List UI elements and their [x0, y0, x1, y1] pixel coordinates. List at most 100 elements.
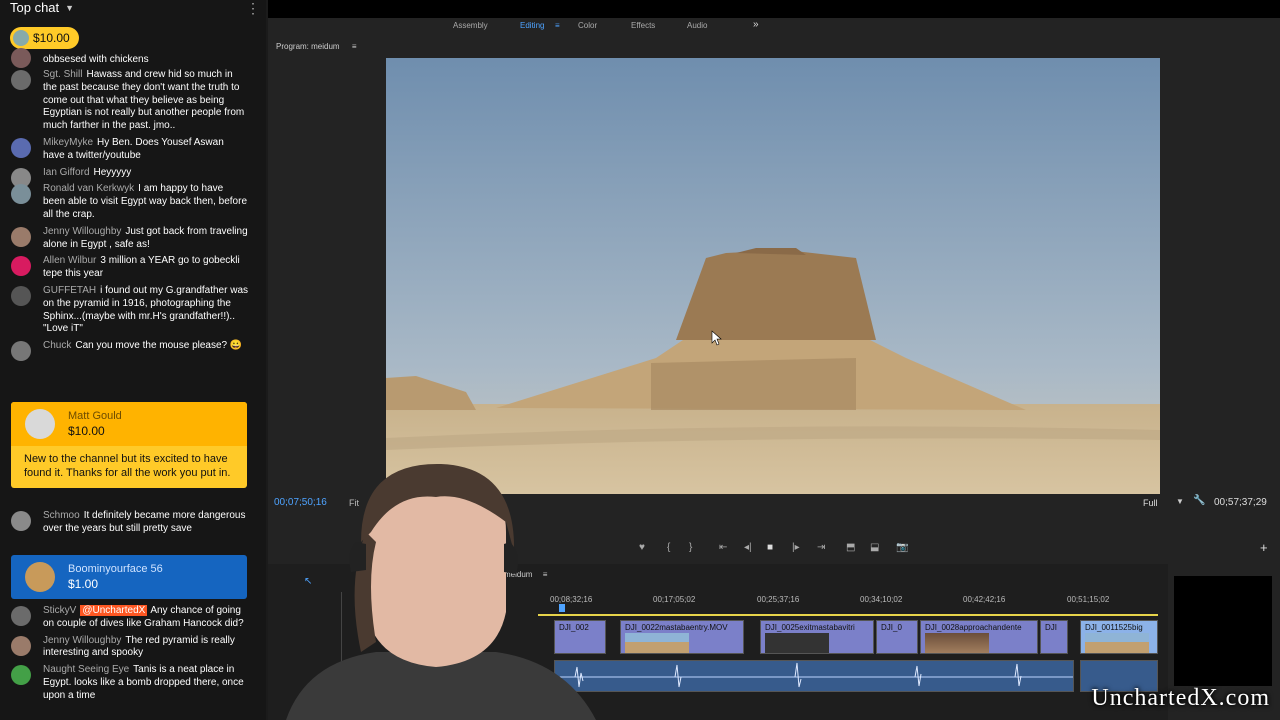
workspace-tab-audio[interactable]: Audio: [687, 21, 707, 30]
message-author[interactable]: Chuck: [43, 340, 71, 351]
message-author[interactable]: Ronald van Kerkwyk: [43, 183, 134, 194]
video-clip[interactable]: DJI_0: [876, 620, 918, 654]
audio-meter: [1174, 576, 1272, 686]
avatar: [11, 256, 31, 277]
lift-icon[interactable]: ⬒: [846, 542, 855, 553]
video-clip[interactable]: DJI_0011525big: [1080, 620, 1158, 654]
message-text: Heyyyyy: [93, 166, 132, 178]
ruler-label: 00;34;10;02: [860, 595, 903, 604]
stop-icon[interactable]: ■: [767, 542, 773, 553]
avatar: [13, 30, 29, 46]
more-workspaces-icon[interactable]: »: [753, 19, 759, 30]
more-options-icon[interactable]: ⋮: [246, 0, 260, 17]
audio-waveform: [555, 662, 1073, 688]
avatar: [25, 562, 55, 592]
workspace-tab-assembly[interactable]: Assembly: [453, 21, 488, 30]
mark-in-icon[interactable]: {: [667, 542, 670, 553]
avatar: [11, 285, 31, 306]
chat-header[interactable]: Top chat ▼ ⋮: [0, 0, 266, 17]
chevron-down-icon[interactable]: ▼: [1176, 497, 1184, 506]
superchat-ticker[interactable]: $10.00: [10, 27, 79, 49]
mark-out-icon[interactable]: }: [689, 542, 692, 553]
transport-controls: ♥ { } ⇤ ◂| ■ |▸ ⇥ ⬒ ⬓ 📷 +: [268, 540, 1280, 558]
sequence-tab[interactable]: meidum ≡: [504, 570, 547, 579]
workspace-tab-editing[interactable]: Editing: [520, 21, 544, 30]
timeline-panel[interactable]: meidum ≡ ↖ 00;08;32;16 00;17;05;02 00;25…: [268, 564, 1168, 720]
program-monitor-video[interactable]: [386, 58, 1160, 494]
clip-thumbnail: [925, 633, 989, 653]
go-to-in-icon[interactable]: ⇤: [719, 542, 727, 553]
video-editor-window: Assembly Editing ≡ Color Effects Audio »…: [268, 0, 1280, 720]
chat-message: Ian Gifford Heyyyyy: [0, 166, 266, 188]
avatar: [11, 665, 31, 686]
mention-tag: @UnchartedX: [80, 605, 148, 616]
panel-menu-icon[interactable]: ≡: [543, 570, 548, 579]
video-clip[interactable]: DJI_0028approachandente: [920, 620, 1038, 654]
message-author[interactable]: MikeyMyke: [43, 137, 93, 148]
video-clip[interactable]: DJI_002: [554, 620, 606, 654]
superchat-message: New to the channel but its excited to ha…: [24, 453, 231, 479]
clip-label: DJI_0011525big: [1085, 623, 1143, 632]
message-author[interactable]: Naught Seeing Eye: [43, 664, 129, 675]
message-author[interactable]: Schmoo: [43, 510, 80, 521]
chat-mode-label: Top chat: [10, 0, 60, 15]
extract-icon[interactable]: ⬓: [870, 542, 879, 553]
chat-messages: obbsesed with chickens Sgt. Shill Hawass …: [0, 48, 266, 362]
video-clip[interactable]: DJI: [1040, 620, 1068, 654]
program-monitor-title[interactable]: Program: meidum ≡: [276, 42, 356, 51]
clip-label: DJI_0022mastabaentry.MOV: [625, 623, 728, 632]
avatar: [11, 606, 31, 626]
avatar: [11, 137, 31, 158]
avatar: [11, 184, 31, 205]
playhead[interactable]: [559, 604, 565, 612]
chat-message: Ronald van Kerkwyk I am happy to have bee…: [0, 183, 266, 221]
avatar: [11, 511, 31, 531]
wrench-icon[interactable]: 🔧: [1193, 495, 1205, 506]
current-timecode[interactable]: 00;07;50;16: [274, 497, 327, 508]
work-area-bar[interactable]: [538, 614, 1158, 616]
message-author[interactable]: Ian Gifford: [43, 167, 90, 178]
step-forward-icon[interactable]: |▸: [792, 542, 800, 553]
panel-menu-icon[interactable]: ≡: [352, 42, 357, 51]
video-clip[interactable]: DJI_0022mastabaentry.MOV: [620, 620, 744, 654]
ruler-label: 00;17;05;02: [653, 595, 696, 604]
workspace-tab-color[interactable]: Color: [578, 21, 597, 30]
superchat-card: Matt Gould $10.00 New to the channel but…: [11, 402, 247, 488]
selection-tool-icon[interactable]: ↖: [304, 576, 312, 587]
chat-message: StickyV @UnchartedX Any chance of going on…: [0, 605, 266, 631]
message-author[interactable]: Allen Wilbur: [43, 255, 96, 266]
menu-icon[interactable]: ≡: [555, 21, 560, 30]
audio-clip[interactable]: [554, 660, 1074, 692]
ticker-amount: $10.00: [33, 31, 70, 45]
chat-messages: Schmoo It definitely became more dangerou…: [0, 510, 266, 540]
clip-label: DJI_0028approachandente: [925, 623, 1022, 632]
workspace-tab-effects[interactable]: Effects: [631, 21, 655, 30]
chat-message: GUFFETAH i found out my G.grandfather was…: [0, 285, 266, 336]
camera-icon[interactable]: 📷: [896, 542, 908, 553]
video-clip[interactable]: DJI_0025exitmastabavitri: [760, 620, 874, 654]
message-author[interactable]: GUFFETAH: [43, 285, 96, 296]
chat-message: Sgt. Shill Hawass and crew hid so much in…: [0, 69, 266, 133]
chat-message: Schmoo It definitely became more dangerou…: [0, 510, 266, 536]
message-text: Can you move the mouse please? 😀: [75, 340, 243, 352]
channel-watermark: UnchartedX.com: [1091, 685, 1270, 711]
workspace-bar: Assembly Editing ≡ Color Effects Audio »: [268, 18, 1280, 34]
add-button-icon[interactable]: +: [1260, 540, 1268, 555]
clip-label: DJI_0: [881, 623, 902, 632]
playback-resolution-dropdown[interactable]: Full: [1143, 498, 1158, 508]
step-back-icon[interactable]: ◂|: [744, 542, 752, 553]
title-bar: [268, 0, 1280, 18]
chat-message: Jenny Willoughby Just got back from trave…: [0, 226, 266, 252]
chevron-down-icon: ▼: [65, 2, 75, 13]
message-author[interactable]: StickyV: [43, 605, 76, 616]
avatar: [11, 48, 31, 68]
go-to-out-icon[interactable]: ⇥: [817, 542, 825, 553]
message-author[interactable]: Sgt. Shill: [43, 69, 82, 80]
message-author[interactable]: Jenny Willoughby: [43, 635, 121, 646]
zoom-fit-dropdown[interactable]: Fit: [349, 498, 359, 508]
chat-message: Naught Seeing Eye Tanis is a neat place i…: [0, 664, 266, 702]
message-author[interactable]: Jenny Willoughby: [43, 226, 121, 237]
clip-thumbnail: [625, 633, 689, 653]
message-text: obbsesed with chickens: [43, 54, 149, 65]
add-marker-icon[interactable]: ♥: [639, 542, 645, 553]
